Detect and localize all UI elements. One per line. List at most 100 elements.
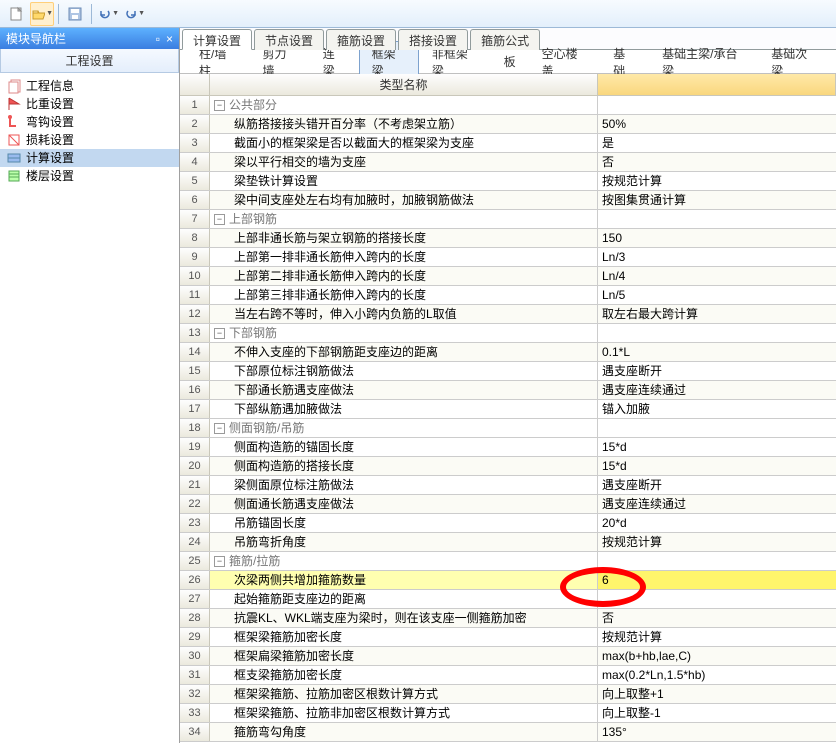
row-value-cell[interactable] xyxy=(598,324,836,342)
row-value-cell[interactable]: 15*d xyxy=(598,457,836,475)
grid-row[interactable]: 11上部第三排非通长筋伸入跨内的长度Ln/5 xyxy=(180,286,836,305)
top-tab-4[interactable]: 箍筋公式 xyxy=(470,29,540,50)
row-value-cell[interactable]: 135° xyxy=(598,723,836,741)
collapse-icon[interactable]: − xyxy=(214,556,225,567)
grid-row[interactable]: 33框架梁箍筋、拉筋非加密区根数计算方式向上取整-1 xyxy=(180,704,836,723)
redo-button[interactable]: ▼ xyxy=(122,2,146,26)
row-value-cell[interactable]: 按图集贯通计算 xyxy=(598,191,836,209)
row-value-cell[interactable]: 150 xyxy=(598,229,836,247)
top-tab-1[interactable]: 节点设置 xyxy=(254,29,324,50)
nav-item-0[interactable]: 工程信息 xyxy=(0,77,179,95)
nav-section-header[interactable]: 工程设置 xyxy=(0,49,179,73)
row-value-cell[interactable]: 6 xyxy=(598,571,836,589)
grid-row[interactable]: 16下部通长筋遇支座做法遇支座连续通过 xyxy=(180,381,836,400)
row-value-cell[interactable]: 50% xyxy=(598,115,836,133)
grid-row[interactable]: 30框架扁梁箍筋加密长度max(b+hb,lae,C) xyxy=(180,647,836,666)
grid-row[interactable]: 17下部纵筋遇加腋做法锚入加腋 xyxy=(180,400,836,419)
nav-item-4[interactable]: 计算设置 xyxy=(0,149,179,167)
row-value-cell[interactable] xyxy=(598,96,836,114)
row-value-cell[interactable]: Ln/4 xyxy=(598,267,836,285)
row-value-cell[interactable] xyxy=(598,419,836,437)
grid-row[interactable]: 12当左右跨不等时，伸入小跨内负筋的L取值取左右最大跨计算 xyxy=(180,305,836,324)
grid-row[interactable]: 32框架梁箍筋、拉筋加密区根数计算方式向上取整+1 xyxy=(180,685,836,704)
row-name-cell: 下部纵筋遇加腋做法 xyxy=(210,400,598,418)
row-value-cell[interactable]: 遇支座断开 xyxy=(598,362,836,380)
grid-row[interactable]: 26次梁两侧共增加箍筋数量6 xyxy=(180,571,836,590)
grid-row[interactable]: 28抗震KL、WKL端支座为梁时，则在该支座一侧箍筋加密否 xyxy=(180,609,836,628)
grid-row[interactable]: 23吊筋锚固长度20*d xyxy=(180,514,836,533)
row-value-cell[interactable]: 否 xyxy=(598,609,836,627)
grid-row[interactable]: 34箍筋弯勾角度135° xyxy=(180,723,836,742)
row-value-cell[interactable]: 否 xyxy=(598,153,836,171)
grid-body[interactable]: 1−公共部分2纵筋搭接接头错开百分率（不考虑架立筋）50%3截面小的框架梁是否以… xyxy=(180,96,836,743)
row-value-cell[interactable] xyxy=(598,590,836,608)
row-name-cell: 框架梁箍筋、拉筋非加密区根数计算方式 xyxy=(210,704,598,722)
grid-row[interactable]: 24吊筋弯折角度按规范计算 xyxy=(180,533,836,552)
grid-row[interactable]: 15下部原位标注钢筋做法遇支座断开 xyxy=(180,362,836,381)
grid-row[interactable]: 29框架梁箍筋加密长度按规范计算 xyxy=(180,628,836,647)
new-button[interactable] xyxy=(4,2,28,26)
row-value-cell[interactable]: max(0.2*Ln,1.5*hb) xyxy=(598,666,836,684)
row-value-cell[interactable]: 按规范计算 xyxy=(598,533,836,551)
row-value-cell[interactable] xyxy=(598,552,836,570)
row-value-cell[interactable]: 遇支座连续通过 xyxy=(598,381,836,399)
row-value-cell[interactable]: 是 xyxy=(598,134,836,152)
top-tab-0[interactable]: 计算设置 xyxy=(182,29,252,50)
grid-row[interactable]: 5梁垫铁计算设置按规范计算 xyxy=(180,172,836,191)
row-value-cell[interactable]: Ln/3 xyxy=(598,248,836,266)
row-number: 5 xyxy=(180,172,210,190)
grid-row[interactable]: 9上部第一排非通长筋伸入跨内的长度Ln/3 xyxy=(180,248,836,267)
grid-row[interactable]: 20侧面构造筋的搭接长度15*d xyxy=(180,457,836,476)
undo-button[interactable]: ▼ xyxy=(96,2,120,26)
grid-row[interactable]: 14不伸入支座的下部钢筋距支座边的距离0.1*L xyxy=(180,343,836,362)
row-value-cell[interactable]: 0.1*L xyxy=(598,343,836,361)
grid-group-row[interactable]: 1−公共部分 xyxy=(180,96,836,115)
nav-item-5[interactable]: 楼层设置 xyxy=(0,167,179,185)
grid-row[interactable]: 27起始箍筋距支座边的距离 xyxy=(180,590,836,609)
collapse-icon[interactable]: − xyxy=(214,214,225,225)
close-icon[interactable]: × xyxy=(166,32,173,46)
collapse-icon[interactable]: − xyxy=(214,100,225,111)
grid-group-row[interactable]: 13−下部钢筋 xyxy=(180,324,836,343)
grid-row[interactable]: 21梁侧面原位标注筋做法遇支座断开 xyxy=(180,476,836,495)
grid-row[interactable]: 31框支梁箍筋加密长度max(0.2*Ln,1.5*hb) xyxy=(180,666,836,685)
dropdown-arrow-icon: ▼ xyxy=(46,10,53,17)
grid-row[interactable]: 4梁以平行相交的墙为支座否 xyxy=(180,153,836,172)
grid-row[interactable]: 19侧面构造筋的锚固长度15*d xyxy=(180,438,836,457)
row-value-cell[interactable]: max(b+hb,lae,C) xyxy=(598,647,836,665)
row-value-cell[interactable]: 20*d xyxy=(598,514,836,532)
top-tab-3[interactable]: 搭接设置 xyxy=(398,29,468,50)
row-value-cell[interactable]: 按规范计算 xyxy=(598,172,836,190)
open-button[interactable]: ▼ xyxy=(30,2,54,26)
pin-icon[interactable]: ▫ xyxy=(156,32,160,46)
grid-row[interactable]: 6梁中间支座处左右均有加腋时，加腋钢筋做法按图集贯通计算 xyxy=(180,191,836,210)
row-value-cell[interactable]: 取左右最大跨计算 xyxy=(598,305,836,323)
collapse-icon[interactable]: − xyxy=(214,328,225,339)
sub-tab-5[interactable]: 板 xyxy=(491,49,529,74)
row-value-cell[interactable]: 向上取整-1 xyxy=(598,704,836,722)
grid-row[interactable]: 3截面小的框架梁是否以截面大的框架梁为支座是 xyxy=(180,134,836,153)
row-value-cell[interactable] xyxy=(598,210,836,228)
grid-group-row[interactable]: 25−箍筋/拉筋 xyxy=(180,552,836,571)
save-button[interactable] xyxy=(63,2,87,26)
grid-group-row[interactable]: 7−上部钢筋 xyxy=(180,210,836,229)
top-tab-2[interactable]: 箍筋设置 xyxy=(326,29,396,50)
row-value-cell[interactable]: 遇支座连续通过 xyxy=(598,495,836,513)
row-number: 27 xyxy=(180,590,210,608)
nav-item-2[interactable]: 弯钩设置 xyxy=(0,113,179,131)
grid-row[interactable]: 22侧面通长筋遇支座做法遇支座连续通过 xyxy=(180,495,836,514)
row-value-cell[interactable]: 向上取整+1 xyxy=(598,685,836,703)
grid-row[interactable]: 10上部第二排非通长筋伸入跨内的长度Ln/4 xyxy=(180,267,836,286)
row-value-cell[interactable]: 按规范计算 xyxy=(598,628,836,646)
row-label: 上部非通长筋与架立钢筋的搭接长度 xyxy=(234,229,426,247)
row-value-cell[interactable]: 15*d xyxy=(598,438,836,456)
row-value-cell[interactable]: Ln/5 xyxy=(598,286,836,304)
grid-row[interactable]: 8上部非通长筋与架立钢筋的搭接长度150 xyxy=(180,229,836,248)
grid-group-row[interactable]: 18−侧面钢筋/吊筋 xyxy=(180,419,836,438)
nav-item-1[interactable]: 比重设置 xyxy=(0,95,179,113)
collapse-icon[interactable]: − xyxy=(214,423,225,434)
row-value-cell[interactable]: 遇支座断开 xyxy=(598,476,836,494)
nav-item-3[interactable]: 损耗设置 xyxy=(0,131,179,149)
grid-row[interactable]: 2纵筋搭接接头错开百分率（不考虑架立筋）50% xyxy=(180,115,836,134)
row-value-cell[interactable]: 锚入加腋 xyxy=(598,400,836,418)
